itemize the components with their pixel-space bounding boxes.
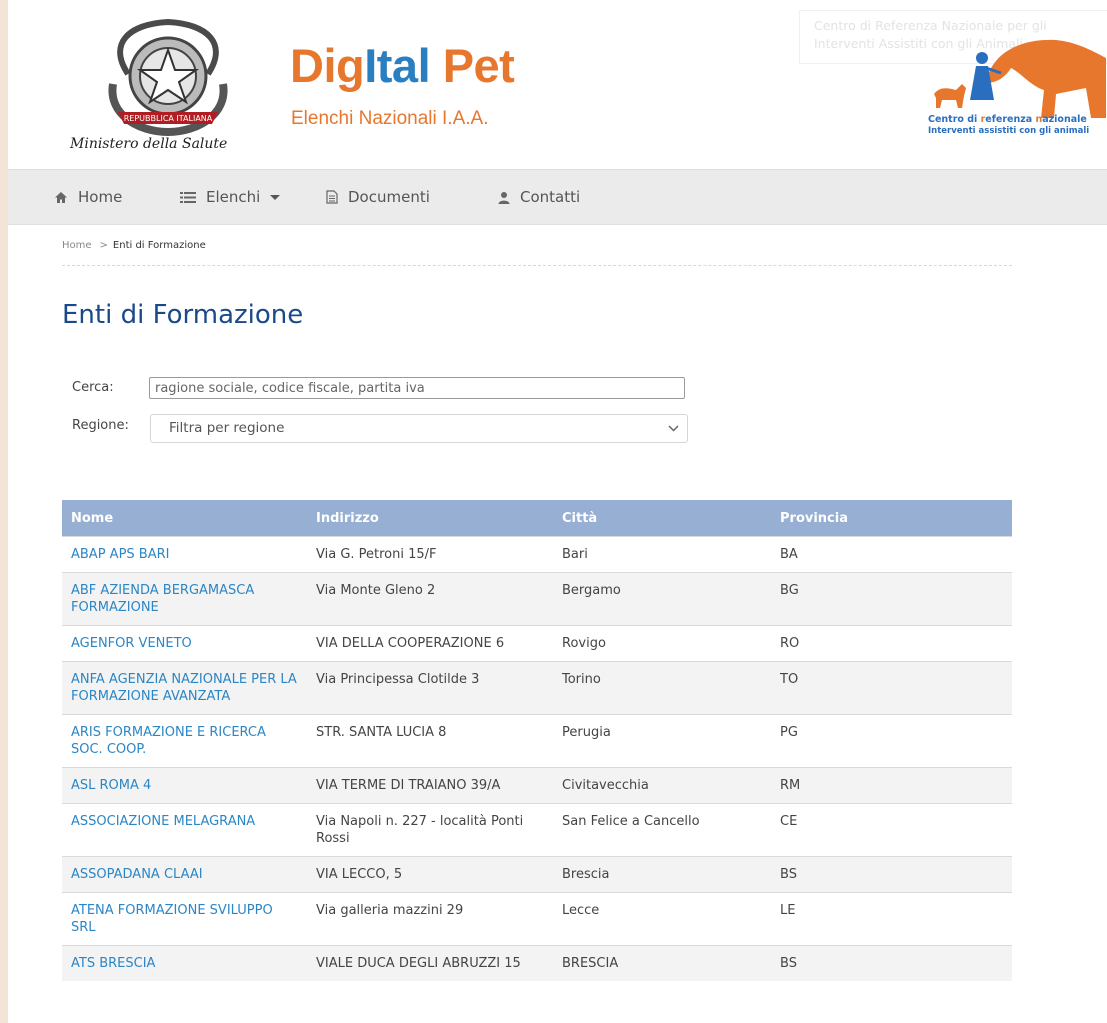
address-cell: Via galleria mazzini 29 bbox=[307, 892, 553, 946]
province-cell: RO bbox=[771, 625, 1012, 662]
nav-elenchi-label: Elenchi bbox=[206, 188, 261, 206]
site-header: REPUBBLICA ITALIANA Ministero della Salu… bbox=[8, 0, 1107, 168]
column-header-provincia[interactable]: Provincia bbox=[771, 500, 1012, 537]
address-cell: VIALE DUCA DEGLI ABRUZZI 15 bbox=[307, 945, 553, 981]
entity-name-link[interactable]: ARIS FORMAZIONE E RICERCA SOC. COOP. bbox=[71, 725, 266, 757]
city-cell: BRESCIA bbox=[553, 945, 771, 981]
city-cell: Perugia bbox=[553, 714, 771, 768]
brand-subtitle: Elenchi Nazionali I.A.A. bbox=[291, 108, 489, 129]
address-cell: VIA DELLA COOPERAZIONE 6 bbox=[307, 625, 553, 662]
brand-part-2: Ital bbox=[364, 39, 431, 92]
training-entities-table: Nome Indirizzo Città Provincia ABAP APS … bbox=[62, 500, 1012, 981]
page-title: Enti di Formazione bbox=[62, 300, 304, 330]
nav-home-label: Home bbox=[78, 188, 123, 206]
province-cell: BS bbox=[771, 856, 1012, 893]
entity-name-link[interactable]: ATS BRESCIA bbox=[71, 956, 155, 971]
entity-name-link[interactable]: ABF AZIENDA BERGAMASCA FORMAZIONE bbox=[71, 583, 254, 615]
main-navbar: Home Elenchi Documenti Contatti bbox=[8, 169, 1107, 225]
breadcrumb-separator: > bbox=[99, 240, 108, 251]
table-header-row: Nome Indirizzo Città Provincia bbox=[62, 500, 1012, 537]
crn-logo-icon[interactable] bbox=[926, 28, 1106, 123]
brand-part-3: Pet bbox=[430, 39, 515, 92]
brand-part-1: Dig bbox=[290, 39, 365, 92]
address-cell: Via G. Petroni 15/F bbox=[307, 536, 553, 573]
province-cell: BG bbox=[771, 572, 1012, 626]
province-cell: RM bbox=[771, 767, 1012, 804]
table-row: ABAP APS BARI Via G. Petroni 15/F Bari B… bbox=[62, 536, 1012, 573]
table-row: ASSOPADANA CLAAI VIA LECCO, 5 Brescia BS bbox=[62, 856, 1012, 893]
province-cell: BS bbox=[771, 945, 1012, 981]
entity-name-link[interactable]: ASSOPADANA CLAAI bbox=[71, 867, 203, 882]
city-cell: Brescia bbox=[553, 856, 771, 893]
region-select-value: Filtra per regione bbox=[169, 420, 285, 436]
address-cell: Via Monte Gleno 2 bbox=[307, 572, 553, 626]
city-cell: Lecce bbox=[553, 892, 771, 946]
page-frame: REPUBBLICA ITALIANA Ministero della Salu… bbox=[8, 0, 1107, 1023]
crn-logo-line-1: Centro di referenza nazionale bbox=[928, 114, 1087, 125]
entity-name-link[interactable]: ANFA AGENZIA NAZIONALE PER LA FORMAZIONE… bbox=[71, 672, 297, 704]
column-header-indirizzo[interactable]: Indirizzo bbox=[307, 500, 553, 537]
column-header-nome[interactable]: Nome bbox=[62, 500, 307, 537]
city-cell: Civitavecchia bbox=[553, 767, 771, 804]
search-label: Cerca: bbox=[72, 380, 114, 395]
table-row: ANFA AGENZIA NAZIONALE PER LA FORMAZIONE… bbox=[62, 661, 1012, 715]
address-cell: VIA TERME DI TRAIANO 39/A bbox=[307, 767, 553, 804]
home-icon bbox=[55, 191, 67, 203]
nav-documenti[interactable]: Documenti bbox=[326, 170, 430, 224]
address-cell: Via Napoli n. 227 - località Ponti Rossi bbox=[307, 803, 553, 857]
list-icon bbox=[180, 191, 196, 203]
table-row: ATS BRESCIA VIALE DUCA DEGLI ABRUZZI 15 … bbox=[62, 945, 1012, 981]
user-icon bbox=[498, 191, 510, 204]
search-input[interactable] bbox=[149, 377, 685, 399]
nav-home[interactable]: Home bbox=[54, 170, 122, 224]
province-cell: LE bbox=[771, 892, 1012, 946]
address-cell: VIA LECCO, 5 bbox=[307, 856, 553, 893]
brand-title[interactable]: DigItal Pet bbox=[290, 38, 515, 93]
breadcrumb-current: Enti di Formazione bbox=[112, 240, 206, 251]
ministry-name: Ministero della Salute bbox=[70, 136, 228, 152]
city-cell: San Felice a Cancello bbox=[553, 803, 771, 857]
nav-elenchi[interactable]: Elenchi bbox=[180, 170, 281, 224]
entity-name-link[interactable]: ABAP APS BARI bbox=[71, 547, 169, 562]
city-cell: Torino bbox=[553, 661, 771, 715]
city-cell: Rovigo bbox=[553, 625, 771, 662]
breadcrumb: Home > Enti di Formazione bbox=[62, 226, 1012, 266]
region-label: Regione: bbox=[72, 418, 129, 433]
chevron-down-icon bbox=[668, 425, 679, 432]
entity-name-link[interactable]: ATENA FORMAZIONE SVILUPPO SRL bbox=[71, 903, 273, 935]
document-icon bbox=[326, 190, 338, 204]
chevron-down-icon bbox=[270, 194, 281, 200]
entity-name-link[interactable]: AGENFOR VENETO bbox=[71, 636, 192, 651]
city-cell: Bari bbox=[553, 536, 771, 573]
table-row: ASSOCIAZIONE MELAGRANA Via Napoli n. 227… bbox=[62, 803, 1012, 857]
province-cell: TO bbox=[771, 661, 1012, 715]
nav-contatti-label: Contatti bbox=[520, 188, 581, 206]
province-cell: CE bbox=[771, 803, 1012, 857]
province-cell: PG bbox=[771, 714, 1012, 768]
province-cell: BA bbox=[771, 536, 1012, 573]
nav-documenti-label: Documenti bbox=[348, 188, 430, 206]
table-row: AGENFOR VENETO VIA DELLA COOPERAZIONE 6 … bbox=[62, 625, 1012, 662]
address-cell: Via Principessa Clotilde 3 bbox=[307, 661, 553, 715]
emblem-ribbon-text: REPUBBLICA ITALIANA bbox=[124, 114, 213, 123]
table-row: ASL ROMA 4 VIA TERME DI TRAIANO 39/A Civ… bbox=[62, 767, 1012, 804]
crn-logo-line-2: Interventi assistiti con gli animali bbox=[928, 126, 1090, 136]
city-cell: Bergamo bbox=[553, 572, 771, 626]
table-row: ABF AZIENDA BERGAMASCA FORMAZIONE Via Mo… bbox=[62, 572, 1012, 626]
breadcrumb-home-link[interactable]: Home bbox=[62, 240, 92, 251]
entity-name-link[interactable]: ASSOCIAZIONE MELAGRANA bbox=[71, 814, 255, 829]
entity-name-link[interactable]: ASL ROMA 4 bbox=[71, 778, 151, 793]
table-row: ARIS FORMAZIONE E RICERCA SOC. COOP. STR… bbox=[62, 714, 1012, 768]
region-select[interactable]: Filtra per regione bbox=[150, 414, 688, 443]
nav-contatti[interactable]: Contatti bbox=[498, 170, 580, 224]
column-header-citta[interactable]: Città bbox=[553, 500, 771, 537]
table-row: ATENA FORMAZIONE SVILUPPO SRL Via galler… bbox=[62, 892, 1012, 946]
address-cell: STR. SANTA LUCIA 8 bbox=[307, 714, 553, 768]
